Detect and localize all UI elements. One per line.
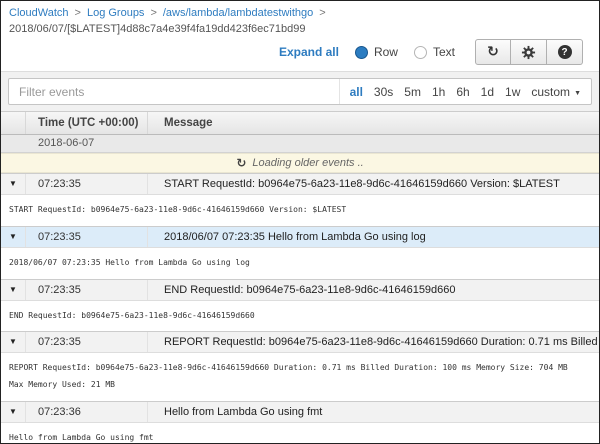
breadcrumb-log-groups-link[interactable]: Log Groups xyxy=(87,7,144,19)
event-time: 07:23:35 xyxy=(26,280,148,300)
radio-unselected-icon xyxy=(414,46,427,59)
event-detail-text: START RequestId: b0964e75-6a23-11e8-9d6c… xyxy=(9,202,591,219)
collapse-arrow-icon: ▼ xyxy=(9,233,17,241)
table-header: Time (UTC +00:00) Message xyxy=(1,112,599,135)
collapse-arrow-icon: ▼ xyxy=(9,338,17,346)
log-event-row[interactable]: ▼ 07:23:35 2018/06/07 07:23:35 Hello fro… xyxy=(1,226,599,247)
arrow-cell[interactable]: ▼ xyxy=(1,332,26,352)
event-detail-text: END RequestId: b0964e75-6a23-11e8-9d6c-4… xyxy=(9,308,591,325)
expand-all-link[interactable]: Expand all xyxy=(279,45,339,59)
event-time: 07:23:35 xyxy=(26,332,148,352)
refresh-icon: ↻ xyxy=(487,44,499,60)
event-detail-text: Hello from Lambda Go using fmt xyxy=(9,430,591,444)
date-separator-row: 2018-06-07 xyxy=(1,135,599,153)
time-range-1w[interactable]: 1w xyxy=(505,85,520,99)
view-option-text-label: Text xyxy=(433,45,455,59)
log-event-detail: 2018/06/07 07:23:35 Hello from Lambda Go… xyxy=(1,247,599,279)
settings-button[interactable] xyxy=(511,39,547,65)
filter-box: all 30s 5m 1h 6h 1d 1w custom ▼ xyxy=(8,78,592,105)
breadcrumb-separator: > xyxy=(75,7,81,19)
spinner-icon: ↻ xyxy=(236,156,246,170)
log-event-row[interactable]: ▼ 07:23:35 START RequestId: b0964e75-6a2… xyxy=(1,173,599,194)
event-message: START RequestId: b0964e75-6a23-11e8-9d6c… xyxy=(148,174,599,194)
log-event-detail: START RequestId: b0964e75-6a23-11e8-9d6c… xyxy=(1,194,599,226)
arrow-column-header xyxy=(1,112,26,134)
arrow-cell[interactable]: ▼ xyxy=(1,402,26,422)
toolbar-button-group: ↻ ? xyxy=(475,39,583,65)
log-event-detail: END RequestId: b0964e75-6a23-11e8-9d6c-4… xyxy=(1,300,599,332)
view-controls: Expand all Row Text ↻ xyxy=(9,35,591,71)
event-detail-text: 2018/06/07 07:23:35 Hello from Lambda Go… xyxy=(9,255,591,272)
column-header-time[interactable]: Time (UTC +00:00) xyxy=(26,112,148,134)
collapse-arrow-icon: ▼ xyxy=(9,180,17,188)
time-range-6h[interactable]: 6h xyxy=(456,85,469,99)
arrow-cell[interactable]: ▼ xyxy=(1,174,26,194)
refresh-button[interactable]: ↻ xyxy=(475,39,511,65)
column-header-message[interactable]: Message xyxy=(148,112,599,134)
cloudwatch-log-events-page: CloudWatch > Log Groups > /aws/lambda/lambda… xyxy=(0,0,600,444)
log-event-detail: REPORT RequestId: b0964e75-6a23-11e8-9d6… xyxy=(1,352,599,401)
radio-selected-icon xyxy=(355,46,368,59)
help-button[interactable]: ? xyxy=(547,39,583,65)
event-message: END RequestId: b0964e75-6a23-11e8-9d6c-4… xyxy=(148,280,599,300)
event-detail-text: REPORT RequestId: b0964e75-6a23-11e8-9d6… xyxy=(9,360,591,394)
view-option-row-label: Row xyxy=(374,45,398,59)
time-range-all[interactable]: all xyxy=(350,85,363,99)
custom-label: custom xyxy=(531,85,570,99)
loading-older-label: Loading older events .. xyxy=(252,157,363,169)
breadcrumb-cloudwatch-link[interactable]: CloudWatch xyxy=(9,7,69,19)
event-message: Hello from Lambda Go using fmt xyxy=(148,402,599,422)
event-time: 07:23:36 xyxy=(26,402,148,422)
log-event-detail: Hello from Lambda Go using fmt xyxy=(1,422,599,444)
log-event-row[interactable]: ▼ 07:23:36 Hello from Lambda Go using fm… xyxy=(1,401,599,422)
breadcrumb-log-group-link[interactable]: /aws/lambda/lambdatestwithgo xyxy=(163,7,313,19)
time-range-1h[interactable]: 1h xyxy=(432,85,445,99)
time-range-custom-dropdown[interactable]: custom ▼ xyxy=(531,85,581,99)
breadcrumb-separator: > xyxy=(319,7,325,19)
time-range-selector: all 30s 5m 1h 6h 1d 1w custom ▼ xyxy=(339,79,591,104)
event-message: 2018/06/07 07:23:35 Hello from Lambda Go… xyxy=(148,227,599,247)
event-message: REPORT RequestId: b0964e75-6a23-11e8-9d6… xyxy=(148,332,599,352)
event-time: 07:23:35 xyxy=(26,227,148,247)
filter-toolbar: all 30s 5m 1h 6h 1d 1w custom ▼ xyxy=(1,71,599,112)
arrow-cell[interactable]: ▼ xyxy=(1,280,26,300)
date-label: 2018-06-07 xyxy=(38,137,94,149)
event-time: 07:23:35 xyxy=(26,174,148,194)
gear-icon xyxy=(521,45,536,60)
collapse-arrow-icon: ▼ xyxy=(9,408,17,416)
time-range-5m[interactable]: 5m xyxy=(404,85,421,99)
help-icon: ? xyxy=(558,45,572,59)
log-event-row[interactable]: ▼ 07:23:35 REPORT RequestId: b0964e75-6a… xyxy=(1,331,599,352)
loading-older-row[interactable]: ↻ Loading older events .. xyxy=(1,153,599,173)
filter-events-input[interactable] xyxy=(9,79,339,104)
view-option-text[interactable]: Text xyxy=(414,45,455,59)
log-events-table: Time (UTC +00:00) Message 2018-06-07 ↻ L… xyxy=(1,112,599,444)
time-range-30s[interactable]: 30s xyxy=(374,85,393,99)
topbar: CloudWatch > Log Groups > /aws/lambda/lambda… xyxy=(1,1,599,71)
log-stream-name: 2018/06/07/[$LATEST]4d88c7a4e39f4fa19dd4… xyxy=(9,23,591,35)
view-option-row[interactable]: Row xyxy=(355,45,398,59)
arrow-cell[interactable]: ▼ xyxy=(1,227,26,247)
collapse-arrow-icon: ▼ xyxy=(9,286,17,294)
log-event-row[interactable]: ▼ 07:23:35 END RequestId: b0964e75-6a23-… xyxy=(1,279,599,300)
time-range-1d[interactable]: 1d xyxy=(481,85,494,99)
breadcrumb: CloudWatch > Log Groups > /aws/lambda/lambda… xyxy=(9,7,591,19)
log-rows: ▼ 07:23:35 START RequestId: b0964e75-6a2… xyxy=(1,173,599,444)
caret-down-icon: ▼ xyxy=(574,90,581,97)
breadcrumb-separator: > xyxy=(150,7,156,19)
